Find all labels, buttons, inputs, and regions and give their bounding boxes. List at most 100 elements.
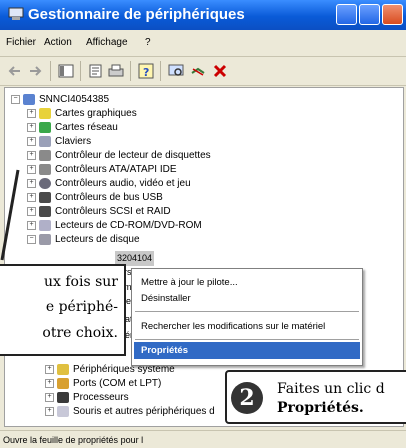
status-text: Ouvre la feuille de propriétés pour l — [3, 435, 144, 445]
menu-action[interactable]: Action — [44, 37, 72, 48]
status-bar: Ouvre la feuille de propriétés pour l — [0, 430, 406, 448]
maximize-button[interactable] — [359, 4, 380, 25]
cdrom-drive-icon — [39, 219, 51, 231]
forward-arrow-icon[interactable] — [28, 63, 44, 79]
menu-help[interactable]: ? — [145, 37, 151, 48]
toolbar: ? — [0, 56, 406, 86]
uninstall-icon[interactable] — [212, 63, 228, 79]
close-button[interactable] — [382, 4, 403, 25]
usb-icon — [39, 191, 51, 203]
callout-line: ux fois sur — [44, 274, 118, 290]
expand-toggle[interactable]: + — [45, 378, 54, 388]
instruction-callout-right: 2 Faites un clic d Propriétés. — [225, 370, 406, 424]
tree-item[interactable]: + Contrôleurs audio, vidéo et jeu — [27, 176, 191, 191]
tree-item-label: Souris et autres périphériques d — [73, 406, 215, 417]
menu-bar: Fichier Action Affichage ? — [0, 33, 406, 53]
menu-item-properties[interactable]: Propriétés — [141, 345, 188, 356]
tree-item[interactable]: + Cartes réseau — [27, 120, 118, 135]
tree-item[interactable]: + Contrôleurs SCSI et RAID — [27, 204, 171, 219]
callout-text-bold: Propriétés. — [277, 400, 364, 416]
tree-item[interactable]: + Contrôleurs ATA/ATAPI IDE — [27, 162, 177, 177]
help-icon[interactable]: ? — [138, 63, 154, 79]
tree-item-label: Cartes graphiques — [55, 108, 137, 119]
disable-icon[interactable] — [190, 63, 206, 79]
expand-toggle[interactable]: + — [27, 192, 36, 202]
tree-item-label: Lecteurs de disque — [55, 234, 140, 245]
tree-item[interactable]: + Ports (COM et LPT) — [45, 376, 161, 391]
tree-item-label: Lecteurs de CD-ROM/DVD-ROM — [55, 220, 202, 231]
disk-drive-icon — [39, 233, 51, 245]
tree-item[interactable]: + Lecteurs de CD-ROM/DVD-ROM — [27, 218, 202, 233]
system-devices-icon — [57, 363, 69, 375]
expand-toggle[interactable]: + — [27, 206, 36, 216]
tree-item-label: Cartes réseau — [55, 122, 118, 133]
computer-icon — [23, 93, 35, 105]
expand-toggle[interactable]: + — [27, 220, 36, 230]
keyboard-icon — [39, 135, 51, 147]
scsi-controller-icon — [39, 205, 51, 217]
tree-item-label: Claviers — [55, 136, 92, 147]
network-adapter-icon — [39, 121, 51, 133]
expand-toggle[interactable]: + — [27, 178, 36, 188]
expand-toggle[interactable]: + — [27, 108, 36, 118]
expand-toggle[interactable]: + — [45, 364, 54, 374]
collapse-toggle[interactable]: − — [11, 94, 20, 104]
menu-item-update-driver[interactable]: Mettre à jour le pilote... — [141, 277, 238, 288]
tree-item[interactable]: + Claviers — [27, 134, 91, 149]
collapse-toggle[interactable]: − — [27, 234, 36, 244]
ide-controller-icon — [39, 163, 51, 175]
floppy-controller-icon — [39, 149, 51, 161]
toolbar-separator — [160, 61, 161, 81]
instruction-callout-left: ux fois sur e périphé- otre choix. — [0, 264, 126, 356]
mouse-icon — [57, 405, 69, 417]
toolbar-separator — [50, 61, 51, 81]
tree-item[interactable]: + Contrôleurs de bus USB — [27, 190, 163, 205]
menu-fichier[interactable]: Fichier — [6, 37, 36, 48]
tree-item[interactable]: + Cartes graphiques — [27, 106, 137, 121]
context-menu: Mettre à jour le pilote... Désinstaller … — [131, 268, 363, 366]
menu-item-scan-hardware[interactable]: Rechercher les modifications sur le maté… — [141, 321, 325, 332]
processor-icon — [57, 391, 69, 403]
toolbar-separator — [130, 61, 131, 81]
tree-item-label: Processeurs — [73, 392, 129, 403]
properties-icon[interactable] — [88, 63, 104, 79]
ports-icon — [57, 377, 69, 389]
expand-toggle[interactable]: + — [27, 136, 36, 146]
tree-root-label: SNNCI4054385 — [39, 94, 110, 105]
expand-toggle[interactable]: + — [27, 122, 36, 132]
tree-root[interactable]: − SNNCI4054385 — [11, 92, 109, 107]
expand-toggle[interactable]: + — [27, 164, 36, 174]
tree-item-label: Contrôleurs de bus USB — [55, 192, 163, 203]
step-number-badge: 2 — [231, 382, 263, 414]
scan-icon[interactable] — [168, 63, 184, 79]
menu-item-uninstall[interactable]: Désinstaller — [141, 293, 191, 304]
back-arrow-icon[interactable] — [6, 63, 22, 79]
callout-line: e périphé- — [45, 299, 118, 315]
tree-item[interactable]: + Processeurs — [45, 390, 129, 405]
menu-separator — [135, 311, 359, 312]
menu-affichage[interactable]: Affichage — [86, 37, 128, 48]
print-icon[interactable] — [108, 63, 124, 79]
window-title: Gestionnaire de périphériques — [28, 6, 245, 23]
minimize-button[interactable] — [336, 4, 357, 25]
toolbar-separator — [80, 61, 81, 81]
tree-item-label: Contrôleurs ATA/ATAPI IDE — [55, 164, 177, 175]
audio-controller-icon — [39, 177, 51, 189]
expand-toggle[interactable]: + — [45, 392, 54, 402]
display-adapter-icon — [39, 107, 51, 119]
tree-item-label: Contrôleurs audio, vidéo et jeu — [55, 178, 191, 189]
callout-pointer — [0, 169, 20, 261]
expand-toggle[interactable]: + — [27, 150, 36, 160]
console-icon[interactable] — [58, 63, 74, 79]
tree-item[interactable]: + Souris et autres périphériques d — [45, 404, 215, 419]
tree-item[interactable]: + Contrôleur de lecteur de disquettes — [27, 148, 211, 163]
title-bar[interactable]: Gestionnaire de périphériques — [0, 0, 406, 30]
tree-item-label: Contrôleur de lecteur de disquettes — [55, 150, 211, 161]
callout-text: Faites un clic d — [277, 381, 385, 397]
tree-item[interactable]: − Lecteurs de disque — [27, 232, 140, 247]
expand-toggle[interactable]: + — [45, 406, 54, 416]
tree-item-label: Contrôleurs SCSI et RAID — [55, 206, 171, 217]
tree-item-label: Ports (COM et LPT) — [73, 378, 162, 389]
callout-line: otre choix. — [42, 325, 118, 341]
selected-disk-label: 3204104 — [117, 253, 153, 263]
